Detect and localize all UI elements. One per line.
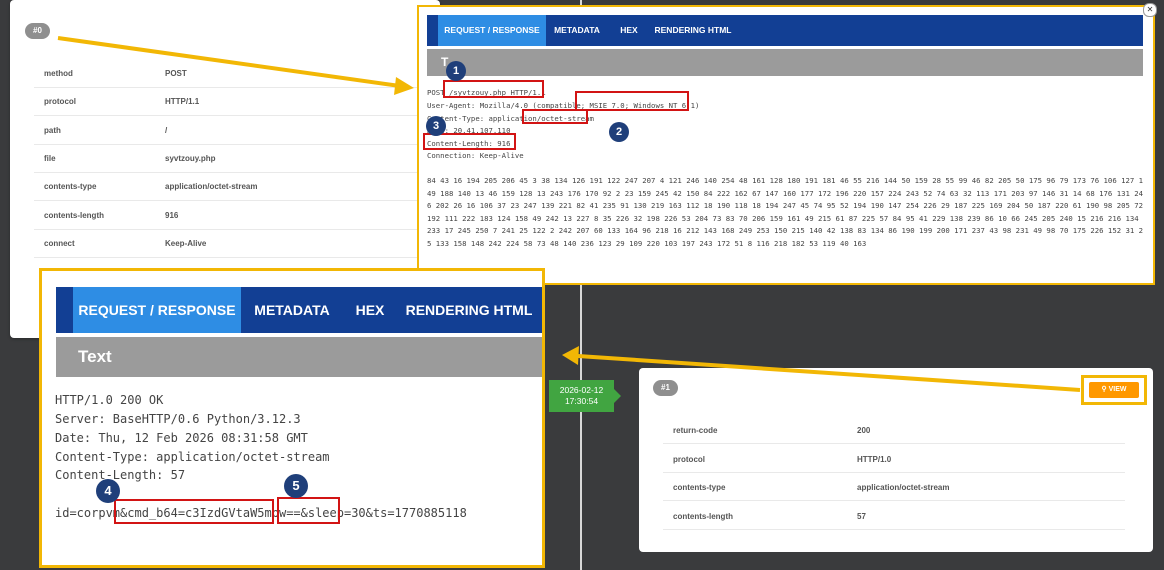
highlight-sleep — [277, 497, 340, 524]
view-button-highlight: ⚲ VIEW — [1081, 375, 1147, 405]
request-body: 84 43 16 194 205 206 45 3 38 134 126 191… — [427, 176, 1144, 248]
field-value: HTTP/1.1 — [165, 97, 200, 106]
field-row: method POST — [34, 59, 454, 88]
tab-bar: REQUEST / RESPONSE METADATA HEX RENDERIN… — [427, 15, 1143, 46]
highlight-content-type — [522, 109, 588, 124]
field-row: connect Keep-Alive — [34, 229, 454, 258]
event-badge: #1 — [653, 380, 678, 396]
field-row: protocol HTTP/1.1 — [34, 87, 454, 116]
field-value: HTTP/1.0 — [857, 455, 892, 464]
close-icon[interactable]: ✕ — [1143, 3, 1157, 17]
view-button[interactable]: ⚲ VIEW — [1089, 382, 1139, 398]
field-key: contents-type — [673, 483, 726, 492]
field-value: Keep-Alive — [165, 239, 207, 248]
field-row: return-code 200 — [663, 415, 1125, 444]
view-mode-bar: Text — [56, 337, 542, 377]
field-value: application/octet-stream — [857, 483, 950, 492]
tab-hex[interactable]: HEX — [609, 15, 649, 46]
field-key: contents-length — [44, 211, 104, 220]
field-value: 916 — [165, 211, 179, 220]
field-row: path / — [34, 116, 454, 145]
field-row: contents-length 916 — [34, 201, 454, 230]
search-icon: ⚲ — [1101, 386, 1107, 393]
tab-rendering-html[interactable]: RENDERING HTML — [402, 287, 536, 333]
field-value: 57 — [857, 512, 866, 521]
header-date: Date: Thu, 12 Feb 2026 08:31:58 GMT — [55, 431, 308, 445]
tab-hex[interactable]: HEX — [346, 287, 394, 333]
highlight-request-line — [443, 80, 544, 98]
field-key: protocol — [673, 455, 705, 464]
header-server: Server: BaseHTTP/0.6 Python/3.12.3 — [55, 412, 301, 426]
tab-metadata[interactable]: METADATA — [246, 287, 338, 333]
header-content-length: Content-Length: 57 — [55, 468, 186, 482]
marker-2: 2 — [609, 122, 629, 142]
field-value: application/octet-stream — [165, 182, 258, 191]
header-connection: Connection: Keep-Alive — [427, 151, 524, 160]
tab-rendering-html[interactable]: RENDERING HTML — [652, 15, 734, 46]
field-value: syvtzouy.php — [165, 154, 216, 163]
field-row: contents-length 57 — [663, 501, 1125, 530]
field-key: file — [44, 154, 56, 163]
field-key: contents-length — [673, 512, 733, 521]
field-value: / — [165, 126, 168, 135]
event-card-1: #1 return-code 200 protocol HTTP/1.0 conte… — [639, 368, 1153, 552]
field-key: protocol — [44, 97, 76, 106]
view-mode-label: Text — [78, 347, 112, 366]
header-content-type: Content-Type: application/octet-stream — [55, 450, 330, 464]
field-row: protocol HTTP/1.0 — [663, 444, 1125, 473]
timestamp-time: 17:30:54 — [564, 396, 599, 406]
field-row: contents-type application/octet-stream — [663, 472, 1125, 501]
request-popup: ✕ REQUEST / RESPONSE METADATA HEX RENDER… — [417, 3, 1157, 285]
highlight-cmd-b64 — [114, 499, 274, 524]
field-key: path — [44, 126, 61, 135]
view-label: VIEW — [1108, 386, 1127, 393]
arrow-head-response — [562, 346, 579, 365]
field-key: method — [44, 69, 73, 78]
marker-3: 3 — [426, 116, 446, 136]
tab-bar: REQUEST / RESPONSE METADATA HEX RENDERIN… — [56, 287, 542, 333]
field-value: 200 — [857, 426, 871, 435]
marker-1: 1 — [446, 61, 466, 81]
field-row: file syvtzouy.php — [34, 144, 454, 173]
field-key: connect — [44, 239, 75, 248]
timeline-timestamp: 2026-02-12 17:30:54 — [549, 380, 621, 412]
field-key: contents-type — [44, 182, 97, 191]
event-badge: #0 — [25, 23, 50, 39]
highlight-user-agent — [575, 91, 689, 111]
marker-4: 4 — [96, 479, 120, 503]
field-key: return-code — [673, 426, 718, 435]
marker-5: 5 — [284, 474, 308, 498]
tab-metadata[interactable]: METADATA — [548, 15, 606, 46]
timestamp-date: 2026-02-12 — [559, 385, 604, 395]
field-row: contents-type application/octet-stream — [34, 172, 454, 201]
tab-request-response[interactable]: REQUEST / RESPONSE — [438, 15, 546, 46]
tab-request-response[interactable]: REQUEST / RESPONSE — [73, 287, 241, 333]
view-mode-bar: T — [427, 49, 1143, 76]
field-value: POST — [165, 69, 187, 78]
status-line: HTTP/1.0 200 OK — [55, 393, 164, 407]
